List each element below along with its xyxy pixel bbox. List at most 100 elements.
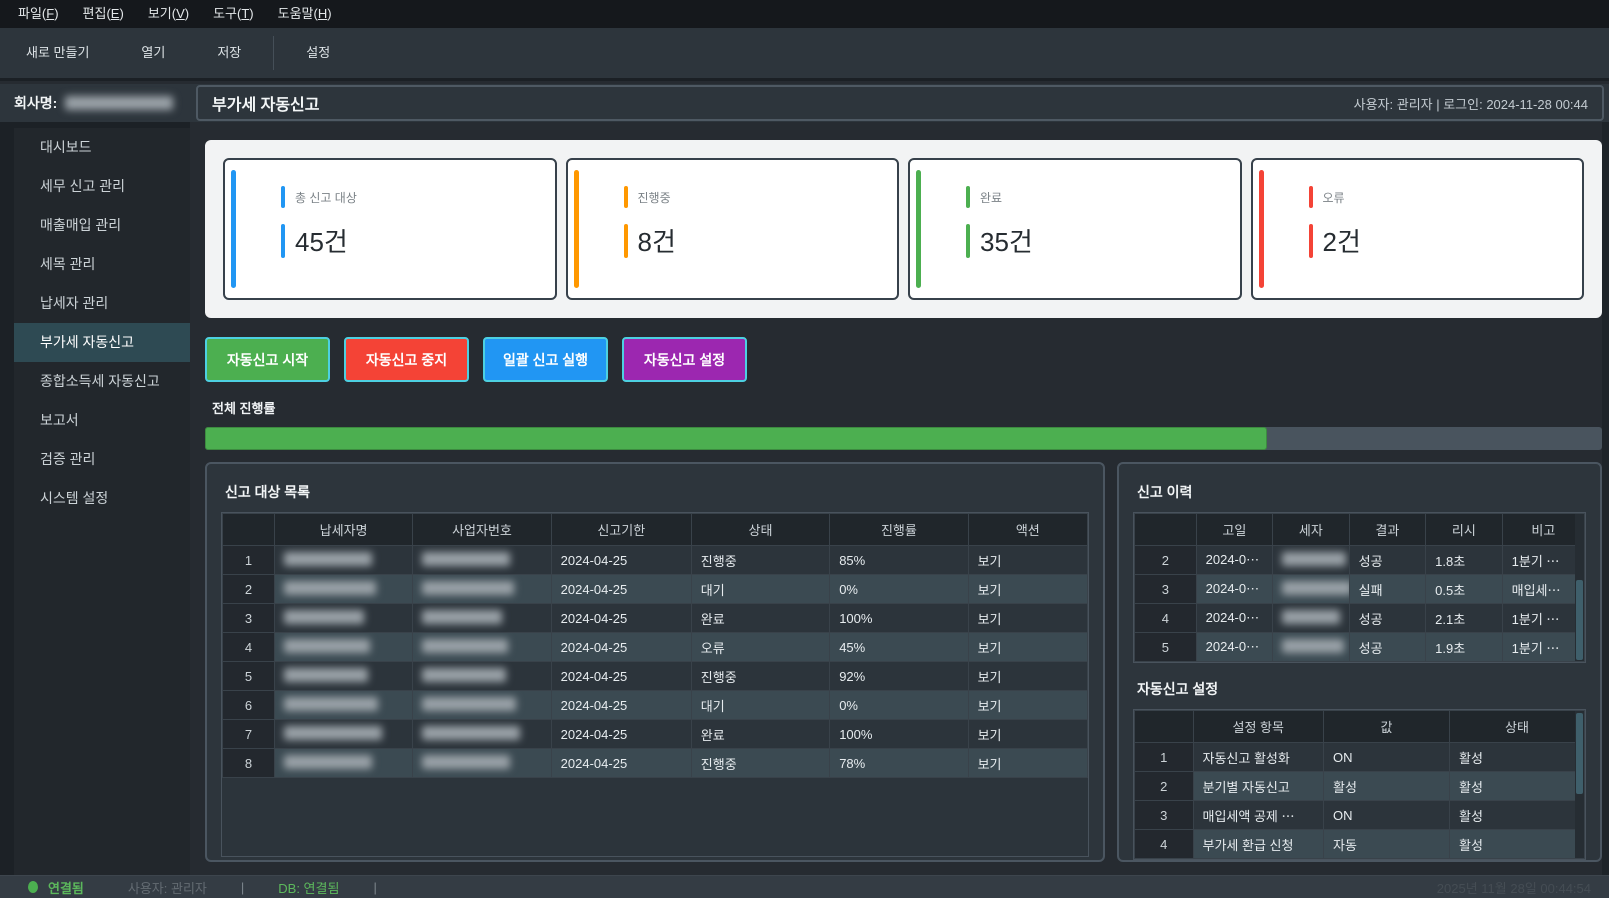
history-table-scrollbar[interactable] [1575, 514, 1584, 661]
history-scrollbar-thumb[interactable] [1576, 580, 1583, 659]
view-action-cell[interactable]: 보기 [968, 749, 1087, 778]
table-row[interactable]: 1자동신고 활성화ON활성 [1135, 743, 1585, 772]
toolbar-button[interactable]: 새로 만들기 [0, 28, 115, 78]
stat-label-tick [966, 186, 970, 208]
table-header-cell: 신고기한 [551, 514, 691, 546]
table-row[interactable]: 32024-04-25완료100%보기 [223, 604, 1088, 633]
table-cell: 오류 [691, 633, 829, 662]
table-row[interactable]: 3매입세액 공제 ⋯ON활성 [1135, 801, 1585, 830]
menu-item[interactable]: 편집(E) [71, 0, 136, 28]
table-row[interactable]: 52024-04-25진행중92%보기 [223, 662, 1088, 691]
window-scrollbar[interactable] [1602, 122, 1609, 875]
redacted-text [284, 639, 370, 653]
sidebar-item[interactable]: 검증 관리 [14, 440, 190, 479]
row-number-cell: 4 [1135, 604, 1197, 633]
report-list-panel: 신고 대상 목록 납세자명사업자번호신고기한상태진행률액션12024-04-25… [205, 462, 1105, 862]
view-action-cell[interactable]: 보기 [968, 720, 1087, 749]
view-action-cell[interactable]: 보기 [968, 575, 1087, 604]
table-row[interactable]: 32024-0⋯실패0.5초매입세⋯ [1135, 575, 1585, 604]
table-row[interactable]: 42024-0⋯성공2.1초1분기 ⋯ [1135, 604, 1585, 633]
table-cell: 자동 [1324, 830, 1450, 859]
action-button[interactable]: 자동신고 설정 [622, 337, 747, 382]
redacted-cell [413, 749, 551, 778]
table-cell: 성공 [1349, 604, 1426, 633]
redacted-text [284, 552, 372, 566]
action-button[interactable]: 자동신고 중지 [344, 337, 469, 382]
redacted-cell [413, 633, 551, 662]
toolbar-button[interactable]: 열기 [115, 28, 191, 78]
sidebar-item[interactable]: 납세자 관리 [14, 284, 190, 323]
table-row[interactable]: 22024-04-25대기0%보기 [223, 575, 1088, 604]
table-cell: 활성 [1324, 772, 1450, 801]
table-row[interactable]: 22024-0⋯성공1.8초1분기 ⋯ [1135, 546, 1585, 575]
sidebar-item[interactable]: 매출매입 관리 [14, 206, 190, 245]
sidebar-item[interactable]: 종합소득세 자동신고 [14, 362, 190, 401]
table-cell: 실패 [1349, 575, 1426, 604]
stat-value: 8건 [638, 222, 676, 259]
stat-accent-bar [916, 170, 921, 288]
stat-label: 진행중 [638, 189, 671, 206]
sidebar-item[interactable]: 대시보드 [14, 128, 190, 167]
table-cell: 진행중 [691, 546, 829, 575]
table-row[interactable]: 12024-04-25진행중85%보기 [223, 546, 1088, 575]
menu-item[interactable]: 보기(V) [136, 0, 201, 28]
status-bar: 연결됨 사용자: 관리자 | DB: 연결됨 | 2025년 11월 28일 0… [0, 875, 1609, 898]
action-button[interactable]: 일괄 신고 실행 [483, 337, 608, 382]
row-number-cell: 2 [1135, 772, 1194, 801]
table-row[interactable]: 52024-0⋯성공1.9초1분기 ⋯ [1135, 633, 1585, 662]
stat-label: 오류 [1323, 189, 1345, 206]
redacted-cell [274, 546, 412, 575]
toolbar-settings-button[interactable]: 설정 [280, 28, 356, 78]
status-datetime: 2025년 11월 28일 00:44:54 [1437, 878, 1591, 897]
view-action-cell[interactable]: 보기 [968, 691, 1087, 720]
table-row[interactable]: 42024-04-25오류45%보기 [223, 633, 1088, 662]
view-action-cell[interactable]: 보기 [968, 546, 1087, 575]
stat-value: 45건 [295, 222, 348, 259]
table-cell: 성공 [1349, 633, 1426, 662]
view-action-cell[interactable]: 보기 [968, 633, 1087, 662]
page-title: 부가세 자동신고 [212, 91, 320, 115]
sidebar-item[interactable]: 세무 신고 관리 [14, 167, 190, 206]
sidebar-item[interactable]: 부가세 자동신고 [14, 323, 190, 362]
settings-table-scrollbar[interactable] [1575, 711, 1584, 858]
data-table: 설정 항목값상태1자동신고 활성화ON활성2분기별 자동신고활성활성3매입세액 … [1134, 710, 1585, 859]
sidebar-item[interactable]: 시스템 설정 [14, 479, 190, 518]
status-user: 사용자: 관리자 [128, 878, 207, 897]
action-button[interactable]: 자동신고 시작 [205, 337, 330, 382]
history-settings-panel: 신고 이력 고일세자결과리시비고22024-0⋯성공1.8초1분기 ⋯32024… [1117, 462, 1602, 862]
redacted-text [422, 552, 510, 566]
toolbar: 새로 만들기열기저장 설정 [0, 28, 1609, 81]
menu-item[interactable]: 파일(F) [6, 0, 71, 28]
connection-status: 연결됨 [48, 878, 84, 897]
redacted-cell [413, 720, 551, 749]
view-action-cell[interactable]: 보기 [968, 604, 1087, 633]
table-cell: 2024-04-25 [551, 546, 691, 575]
row-number-cell: 7 [223, 720, 275, 749]
menu-item[interactable]: 도구(T) [201, 0, 266, 28]
report-table: 납세자명사업자번호신고기한상태진행률액션12024-04-25진행중85%보기2… [221, 512, 1089, 857]
table-cell: 2024-0⋯ [1196, 546, 1273, 575]
table-row[interactable]: 2분기별 자동신고활성활성 [1135, 772, 1585, 801]
settings-scrollbar-thumb[interactable] [1576, 713, 1583, 794]
stat-card: 완료35건 [908, 158, 1242, 300]
table-row[interactable]: 4부가세 환급 신청자동활성 [1135, 830, 1585, 859]
progress-fill [205, 427, 1267, 450]
toolbar-button[interactable]: 저장 [191, 28, 267, 78]
table-cell: 0% [830, 691, 968, 720]
redacted-text [422, 697, 516, 711]
stat-accent-bar [231, 170, 236, 288]
redacted-text [422, 581, 514, 595]
sidebar-item[interactable]: 보고서 [14, 401, 190, 440]
table-row[interactable]: 72024-04-25완료100%보기 [223, 720, 1088, 749]
company-name: 회사명: [0, 93, 196, 113]
table-header-cell: 납세자명 [274, 514, 412, 546]
sidebar-item[interactable]: 세목 관리 [14, 245, 190, 284]
table-cell: 1분기 ⋯ [1502, 546, 1584, 575]
history-title: 신고 이력 [1137, 482, 1586, 502]
table-cell: ON [1324, 743, 1450, 772]
overall-progress-bar [205, 427, 1602, 450]
menu-item[interactable]: 도움말(H) [266, 0, 344, 28]
view-action-cell[interactable]: 보기 [968, 662, 1087, 691]
table-row[interactable]: 82024-04-25진행중78%보기 [223, 749, 1088, 778]
table-row[interactable]: 62024-04-25대기0%보기 [223, 691, 1088, 720]
